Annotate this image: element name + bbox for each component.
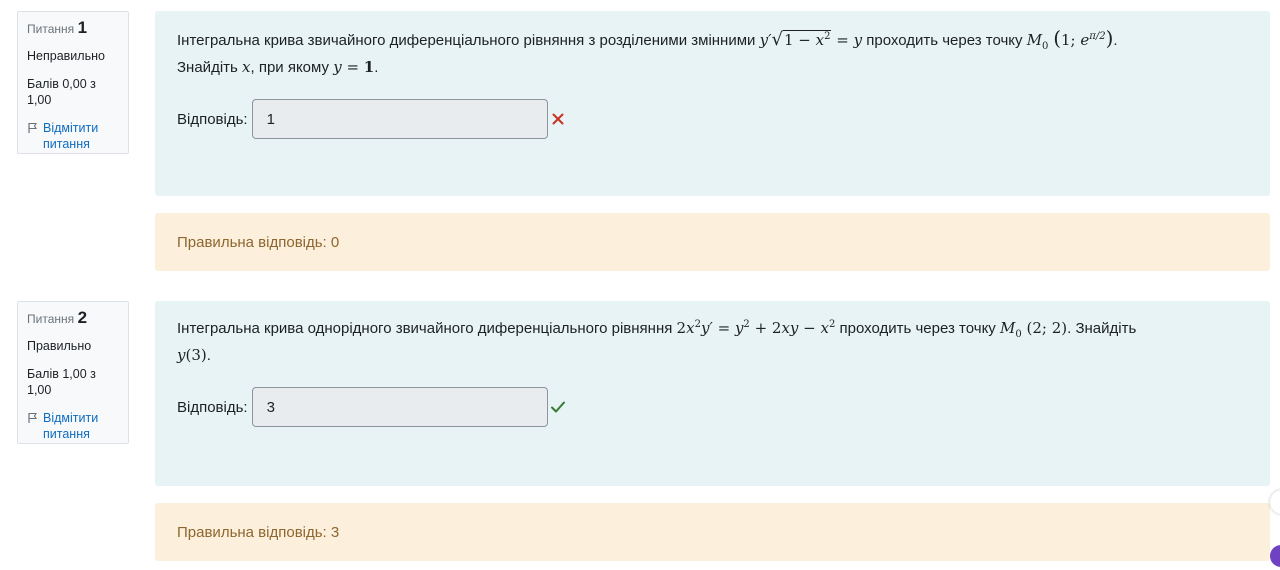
correct-answer-text: Правильна відповідь: 3 xyxy=(177,523,340,541)
target-formula: y(3) xyxy=(177,346,207,364)
question-text-part: , при якому xyxy=(250,59,334,76)
question-state: Правильно xyxy=(27,339,92,353)
question-number-value: 1 xyxy=(77,18,88,37)
question-number: Питання 1 xyxy=(27,18,119,37)
point-formula: M0 (2; 2) xyxy=(999,319,1068,340)
answer-input[interactable]: 1 xyxy=(251,99,548,139)
floating-action-button[interactable] xyxy=(1270,545,1280,567)
correct-answer-text: Правильна відповідь: 0 xyxy=(177,233,340,251)
flag-icon xyxy=(28,412,37,423)
condition-formula: y = 1 xyxy=(333,58,375,76)
check-icon xyxy=(550,401,565,413)
question-number-value: 2 xyxy=(77,308,88,327)
question-text-part: Інтегральна крива звичайного диференціал… xyxy=(177,32,760,49)
answer-label: Відповідь: xyxy=(177,398,248,416)
question-label: Питання xyxy=(27,312,75,326)
question-grade: Балів 1,00 з 1,00 xyxy=(27,367,96,397)
question-text: Інтегральна крива звичайного диференціал… xyxy=(177,26,1118,76)
equation: y′ √ 1 − x2 = y xyxy=(759,29,863,50)
answer-input[interactable]: 3 xyxy=(251,387,548,427)
question-label: Питання xyxy=(27,22,75,36)
question-formulation-1: Інтегральна крива звичайного диференціал… xyxy=(155,11,1270,196)
equation: 2x2y′ = y2 + 2xy − x2 xyxy=(676,319,836,337)
question-text: Інтегральна крива однорідного звичайного… xyxy=(177,319,1137,364)
question-text-part: Інтегральна крива однорідного звичайного… xyxy=(177,320,677,337)
question-grade: Балів 0,00 з 1,00 xyxy=(27,77,96,107)
point-formula: M0 (1; eπ/2) xyxy=(1026,26,1114,52)
answer-row: Відповідь: 1 xyxy=(177,99,1248,139)
flag-label: Відмітити питання xyxy=(43,121,99,151)
question-info-2: Питання 2 Правильно Балів 1,00 з 1,00 Ві… xyxy=(17,301,129,444)
question-formulation-2: Інтегральна крива однорідного звичайного… xyxy=(155,301,1270,486)
question-state: Неправильно xyxy=(27,49,105,63)
scroll-to-top-button[interactable] xyxy=(1270,490,1280,514)
quiz-review-page: Питання 1 Неправильно Балів 0,00 з 1,00 … xyxy=(0,0,1280,570)
cross-icon xyxy=(552,113,564,125)
question-text-part: . Знайдіть xyxy=(1067,320,1137,337)
question-text-part: проходить через точку xyxy=(835,320,1000,337)
question-text-part: проходить через точку xyxy=(862,32,1027,49)
correct-answer-feedback-2: Правильна відповідь: 3 xyxy=(155,503,1270,561)
flag-icon xyxy=(28,122,37,133)
question-number: Питання 2 xyxy=(27,308,119,327)
answer-label: Відповідь: xyxy=(177,110,248,128)
question-info-1: Питання 1 Неправильно Балів 0,00 з 1,00 … xyxy=(17,11,129,154)
correct-answer-feedback-1: Правильна відповідь: 0 xyxy=(155,213,1270,271)
answer-row: Відповідь: 3 xyxy=(177,387,1248,427)
flag-question-link[interactable]: Відмітити питання xyxy=(27,120,119,152)
flag-question-link[interactable]: Відмітити питання xyxy=(27,410,119,442)
question-text-part: Знайдіть xyxy=(177,59,243,76)
flag-label: Відмітити питання xyxy=(43,411,99,441)
